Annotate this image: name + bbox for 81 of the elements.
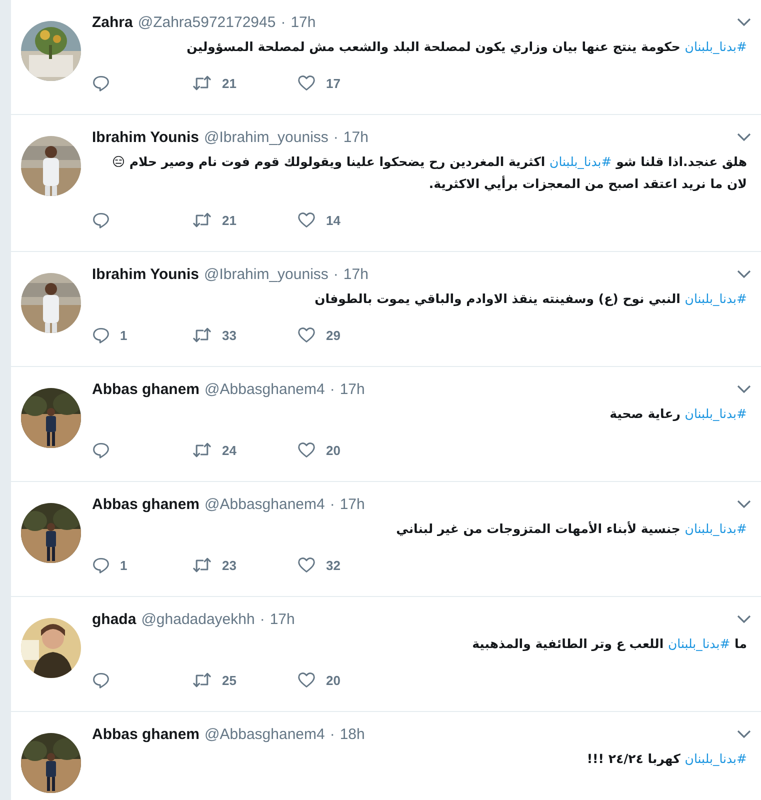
- heart-icon[interactable]: [297, 671, 316, 689]
- tweet-time[interactable]: 17h: [290, 14, 316, 30]
- user-handle[interactable]: @ghadadayekhh: [141, 610, 255, 628]
- tweet-time[interactable]: 17h: [343, 266, 368, 282]
- retweet-icon[interactable]: [192, 671, 212, 689]
- tweet-time[interactable]: 17h: [343, 128, 368, 146]
- heart-icon[interactable]: [297, 211, 316, 229]
- separator-dot: ·: [330, 496, 335, 512]
- heart-icon[interactable]: [297, 326, 316, 344]
- tweet-time[interactable]: 17h: [340, 380, 365, 398]
- tweet-text: ما #بدنا_بلبنان اللعب ع وتر الطائفية والمذهبية: [471, 635, 748, 653]
- like-count: 32: [326, 558, 340, 572]
- reply-count: 1: [120, 558, 128, 572]
- separator-dot: ·: [330, 380, 335, 398]
- user-name[interactable]: Ibrahim Younis: [92, 266, 199, 282]
- user-name[interactable]: ghada: [92, 610, 136, 628]
- user-name[interactable]: Abbas ghanem: [92, 380, 200, 398]
- heart-icon[interactable]: [297, 556, 316, 574]
- hashtag-link[interactable]: #بدنا_بلبنان: [684, 291, 747, 306]
- separator-dot: ·: [280, 14, 286, 30]
- hashtag-link[interactable]: #بدنا_بلبنان: [684, 521, 747, 536]
- hashtag-link[interactable]: #بدنا_بلبنان: [684, 39, 747, 54]
- retweet-count: 21: [222, 212, 236, 228]
- user-name[interactable]: Zahra: [92, 14, 133, 30]
- caret-icon[interactable]: [737, 500, 751, 508]
- tweet-text: #بدنا_بلبنان النبي نوح (ع) وسفينته ينقذ الاوادم والباقي يموت بالطوفان: [314, 290, 748, 308]
- separator-dot: ·: [333, 128, 338, 146]
- reply-icon[interactable]: [92, 556, 110, 574]
- reply-icon[interactable]: [92, 441, 110, 459]
- reply-icon[interactable]: [92, 74, 110, 92]
- tweet-text: #بدنا_بلبنان حكومة ينتج عنها بيان وزاري يكون لمصلحة البلد والشعب مش لمصلحة المسؤولين: [186, 38, 748, 56]
- tweet-text: هلق عنجد.اذا قلنا شو #بدنا_بلبنان اكثرية المغردين رح يضحكوا علينا ويقولولك قوم فوت نام وصير حلام 😑 لان ما نريد اعتقد اصبح من المعجزات برأيي الاكثرية.: [111, 153, 748, 193]
- retweet-icon[interactable]: [192, 326, 212, 344]
- retweet-count: 21: [222, 76, 236, 90]
- hashtag-link[interactable]: #بدنا_بلبنان: [684, 406, 747, 421]
- retweet-icon[interactable]: [192, 211, 212, 229]
- tweet-text: #بدنا_بلبنان جنسية لأبناء الأمهات المتزوجات من غير لبناني: [395, 520, 748, 538]
- retweet-count: 33: [222, 328, 236, 342]
- like-count: 17: [326, 76, 340, 90]
- user-name[interactable]: Abbas ghanem: [92, 726, 200, 742]
- like-count: 20: [326, 672, 340, 688]
- user-handle[interactable]: @Ibrahim_youniss: [204, 266, 328, 282]
- user-handle[interactable]: @Zahra5972172945: [138, 14, 276, 30]
- user-handle[interactable]: @Abbasghanem4: [204, 726, 325, 742]
- tweet-time[interactable]: 18h: [340, 726, 365, 742]
- user-handle[interactable]: @Abbasghanem4: [204, 380, 325, 398]
- like-count: 20: [326, 442, 340, 458]
- tweet-time[interactable]: 17h: [270, 610, 295, 628]
- heart-icon[interactable]: [297, 441, 316, 459]
- heart-icon[interactable]: [297, 74, 316, 92]
- hashtag-link[interactable]: #بدنا_بلبنان: [684, 751, 747, 766]
- separator-dot: ·: [260, 610, 265, 628]
- user-handle[interactable]: @Abbasghanem4: [204, 496, 325, 512]
- caret-icon[interactable]: [737, 18, 751, 26]
- like-count: 14: [326, 212, 340, 228]
- retweet-icon[interactable]: [192, 74, 212, 92]
- caret-icon[interactable]: [737, 614, 751, 624]
- tweet-text: #بدنا_بلبنان رعاية صحية: [608, 405, 748, 423]
- separator-dot: ·: [333, 266, 338, 282]
- user-name[interactable]: Abbas ghanem: [92, 496, 200, 512]
- user-handle[interactable]: @Ibrahim_youniss: [204, 128, 328, 146]
- tweet-text: #بدنا_بلبنان كهربا ٢٤/٢٤ !!!: [586, 750, 748, 768]
- retweet-icon[interactable]: [192, 556, 212, 574]
- user-name[interactable]: Ibrahim Younis: [92, 128, 199, 146]
- tweet-time[interactable]: 17h: [340, 496, 365, 512]
- like-count: 29: [326, 328, 340, 342]
- retweet-count: 24: [222, 442, 236, 458]
- reply-icon[interactable]: [92, 326, 110, 344]
- hashtag-link[interactable]: #بدنا_بلبنان: [668, 636, 730, 651]
- reply-icon[interactable]: [92, 671, 110, 689]
- separator-dot: ·: [330, 726, 335, 742]
- caret-icon[interactable]: [737, 384, 751, 394]
- caret-icon[interactable]: [737, 730, 751, 738]
- caret-icon[interactable]: [737, 132, 751, 142]
- caret-icon[interactable]: [737, 270, 751, 278]
- retweet-count: 25: [222, 672, 236, 688]
- reply-icon[interactable]: [92, 211, 110, 229]
- hashtag-link[interactable]: #بدنا_بلبنان: [550, 154, 612, 169]
- retweet-count: 23: [222, 558, 236, 572]
- reply-count: 1: [120, 328, 128, 342]
- retweet-icon[interactable]: [192, 441, 212, 459]
